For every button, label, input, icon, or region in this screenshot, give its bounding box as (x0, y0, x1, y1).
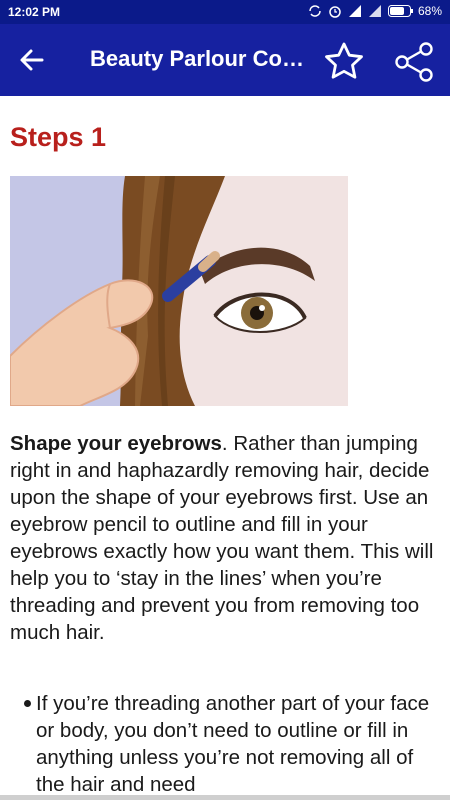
article-content: Steps 1 Shape your eyebrows. Rather than… (0, 96, 450, 800)
eyebrow-illustration (10, 176, 348, 406)
signal-icon-2 (368, 5, 381, 17)
status-icons: 68% (308, 4, 442, 18)
battery-percent: 68% (417, 4, 442, 18)
bullet-text: If you’re threading another part of your… (36, 692, 430, 796)
back-arrow-icon[interactable] (18, 46, 46, 74)
step-paragraph-bold: Shape your eyebrows (10, 432, 222, 455)
share-icon[interactable] (392, 40, 436, 84)
list-item: If you’re threading another part of your… (24, 690, 440, 798)
rotate-icon (309, 5, 321, 17)
battery-icon (387, 5, 413, 17)
app-title: Beauty Parlour Course (90, 46, 310, 71)
alarm-icon (329, 6, 341, 18)
step-paragraph: Shape your eyebrows. Rather than jumping… (10, 430, 440, 646)
bottom-edge (0, 795, 450, 800)
status-time: 12:02 PM (8, 5, 61, 19)
star-icon[interactable] (322, 40, 366, 84)
app-bar: Beauty Parlour Course (0, 24, 450, 96)
status-bar: 12:02 PM 68% (0, 0, 450, 24)
bullet-dot (24, 700, 31, 707)
step-heading: Steps 1 (10, 122, 107, 152)
battery: 68% (387, 4, 442, 18)
signal-icon (348, 5, 361, 17)
step-paragraph-text: . Rather than jumping right in and hapha… (10, 432, 434, 644)
